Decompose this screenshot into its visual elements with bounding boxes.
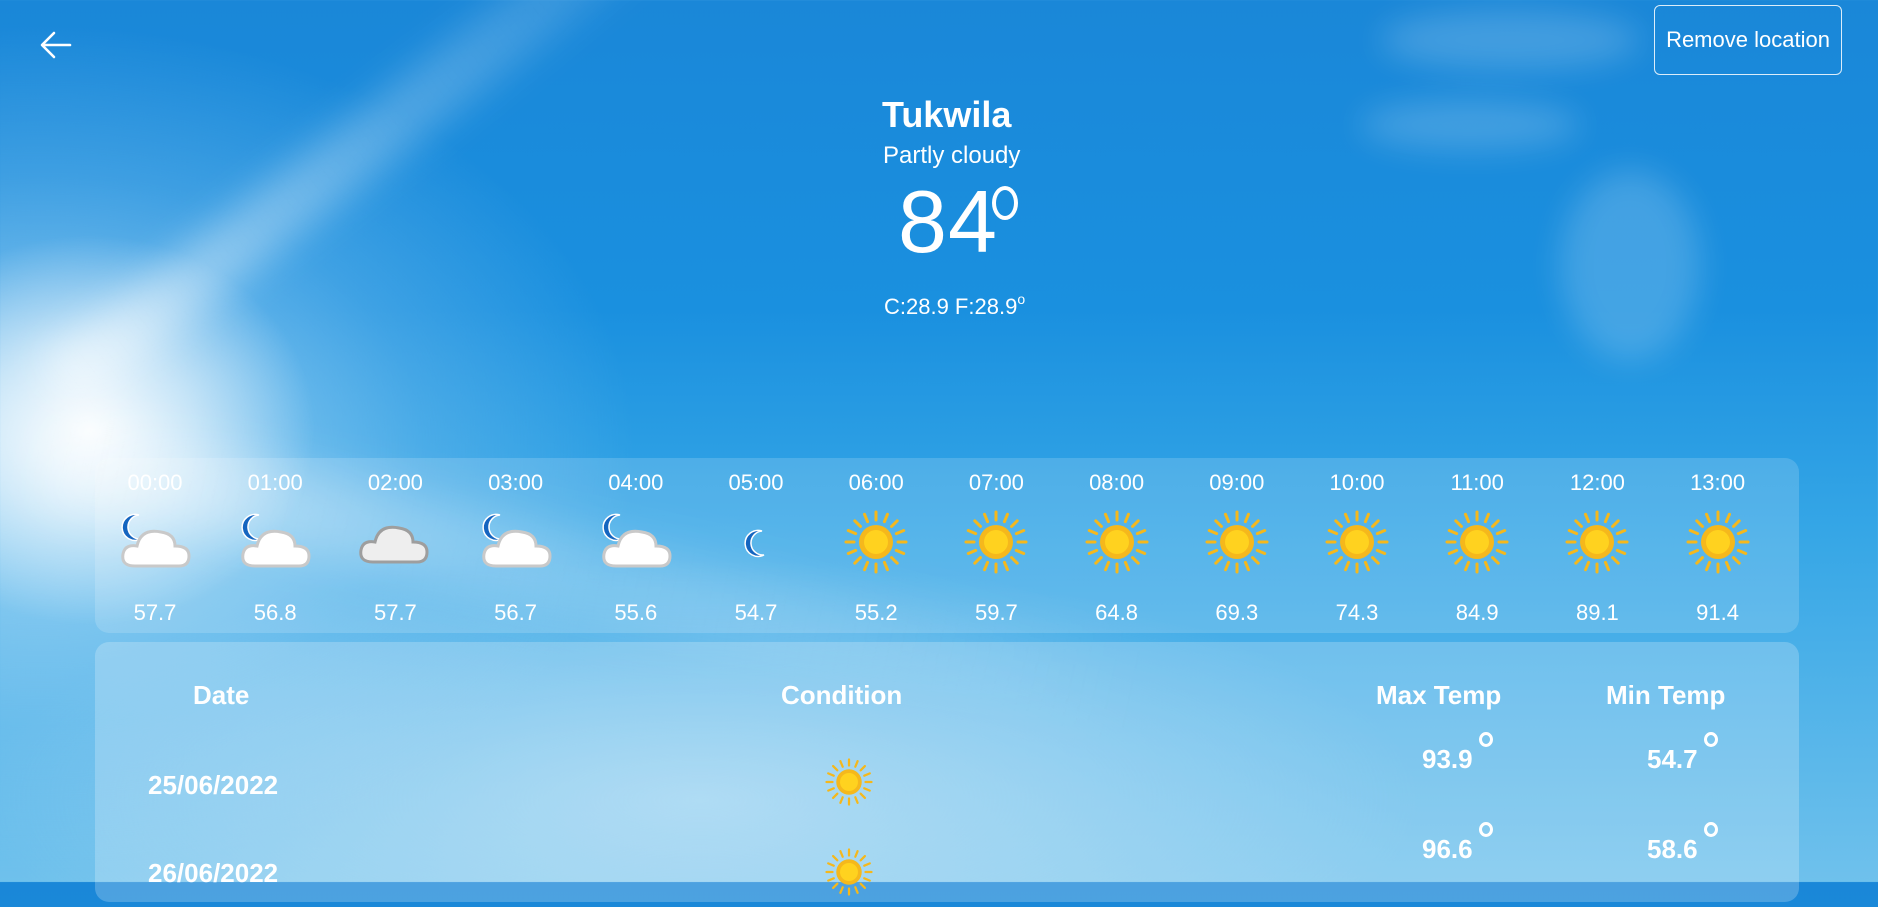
daily-forecast-table: Date Condition Max Temp Min Temp 25/06/2…: [95, 642, 1799, 902]
cloud-moon-icon: [596, 502, 676, 582]
hourly-time: 00:00: [127, 470, 183, 495]
hourly-temperature: 55.6: [614, 600, 658, 625]
degree-symbol: [1478, 822, 1493, 837]
hourly-temperature: 57.7: [373, 600, 417, 625]
column-header-condition: Condition: [781, 680, 903, 710]
hourly-item: 11:00 84.9: [1417, 458, 1537, 633]
arrow-left-icon: [40, 31, 72, 59]
back-button[interactable]: [30, 22, 82, 68]
hourly-item: 05:00 54.7: [696, 458, 816, 633]
hourly-time: 12:00: [1569, 470, 1625, 495]
hourly-temperature: 69.3: [1215, 600, 1259, 625]
hourly-temperature: 84.9: [1455, 600, 1499, 625]
hourly-time: 03:00: [488, 470, 544, 495]
hourly-time: 10:00: [1329, 470, 1385, 495]
hourly-time: 05:00: [728, 470, 784, 495]
hourly-time: 04:00: [608, 470, 664, 495]
hourly-time: 02:00: [367, 470, 423, 495]
sun-icon: [1557, 502, 1637, 582]
hourly-item: 01:00 56.8: [215, 458, 335, 633]
degree-symbol: [992, 186, 1018, 220]
hourly-forecast: 00:00 57.7 01:00 56.8 02:00 57.7 03:00 56.7 04:0…: [95, 458, 1799, 633]
sun-icon: [819, 842, 879, 902]
hourly-temperature: 59.7: [974, 600, 1018, 625]
hourly-item: 04:00 55.6: [576, 458, 696, 633]
sun-icon: [1317, 502, 1397, 582]
sun-icon: [836, 502, 916, 582]
hourly-temperature: 56.7: [494, 600, 537, 625]
row-max-temp: 93.9: [1422, 732, 1493, 775]
city-name: Tukwila: [882, 94, 1012, 135]
hourly-time: 13:00: [1690, 470, 1746, 495]
current-temperature: 84: [898, 172, 998, 271]
remove-location-button[interactable]: Remove location: [1654, 5, 1842, 75]
hourly-item: 09:00 69.3: [1177, 458, 1297, 633]
hourly-temperature: 55.2: [854, 600, 898, 625]
sky-cloud: [1560, 170, 1700, 360]
cloud-moon-icon: [235, 502, 315, 582]
hourly-temperature: 74.3: [1335, 600, 1379, 625]
sun-glare: [40, 0, 787, 408]
hourly-temperature: 91.4: [1696, 600, 1739, 625]
sky-cloud: [1380, 10, 1640, 70]
hourly-item: 06:00 55.2: [816, 458, 936, 633]
hourly-temperature: 64.8: [1095, 600, 1138, 625]
sun-icon: [1437, 502, 1517, 582]
sun-icon: [1678, 502, 1758, 582]
hourly-time: 11:00: [1450, 470, 1504, 495]
row-min-temp: 58.6: [1647, 822, 1718, 865]
cloud-moon-icon: [115, 502, 195, 582]
hourly-time: 07:00: [968, 470, 1024, 495]
row-date: 26/06/2022: [148, 858, 279, 888]
column-header-min-temp: Min Temp: [1606, 680, 1726, 710]
row-min-temp: 54.7: [1647, 732, 1718, 775]
sky-cloud: [1360, 100, 1580, 150]
hourly-item: 00:00 57.7: [95, 458, 215, 633]
moon-icon: [716, 502, 796, 582]
column-header-date: Date: [193, 680, 250, 710]
secondary-temperatures: C:28.9 F:28.9o: [884, 291, 1026, 319]
hourly-temperature: 89.1: [1575, 600, 1619, 625]
hourly-item: 10:00 74.3: [1297, 458, 1417, 633]
hourly-item: 02:00 57.7: [335, 458, 455, 633]
hourly-time: 01:00: [247, 470, 303, 495]
hourly-item: 12:00 89.1: [1537, 458, 1657, 633]
hourly-temperature: 57.7: [133, 600, 177, 625]
sun-icon: [819, 752, 879, 812]
hourly-time: 06:00: [848, 470, 904, 495]
sun-icon: [1077, 502, 1157, 582]
hourly-temperature: 54.7: [734, 600, 778, 625]
degree-symbol: [1703, 732, 1718, 747]
column-header-max-temp: Max Temp: [1376, 680, 1502, 710]
cloud-icon: [355, 502, 435, 582]
cloud-moon-icon: [476, 502, 556, 582]
current-condition: Partly cloudy: [883, 142, 1021, 169]
hourly-time: 09:00: [1209, 470, 1265, 495]
hourly-item: 08:00 64.8: [1057, 458, 1177, 633]
sun-icon: [1197, 502, 1277, 582]
hourly-temperature: 56.8: [253, 600, 297, 625]
hourly-item: 03:00 56.7: [456, 458, 576, 633]
row-date: 25/06/2022: [148, 770, 279, 800]
hourly-item: 13:00 91.4: [1658, 458, 1778, 633]
degree-symbol: [1703, 822, 1718, 837]
degree-symbol: [1478, 732, 1493, 747]
sun-icon: [956, 502, 1036, 582]
row-max-temp: 96.6: [1422, 822, 1493, 865]
hourly-time: 08:00: [1089, 470, 1145, 495]
hourly-item: 07:00 59.7: [936, 458, 1056, 633]
